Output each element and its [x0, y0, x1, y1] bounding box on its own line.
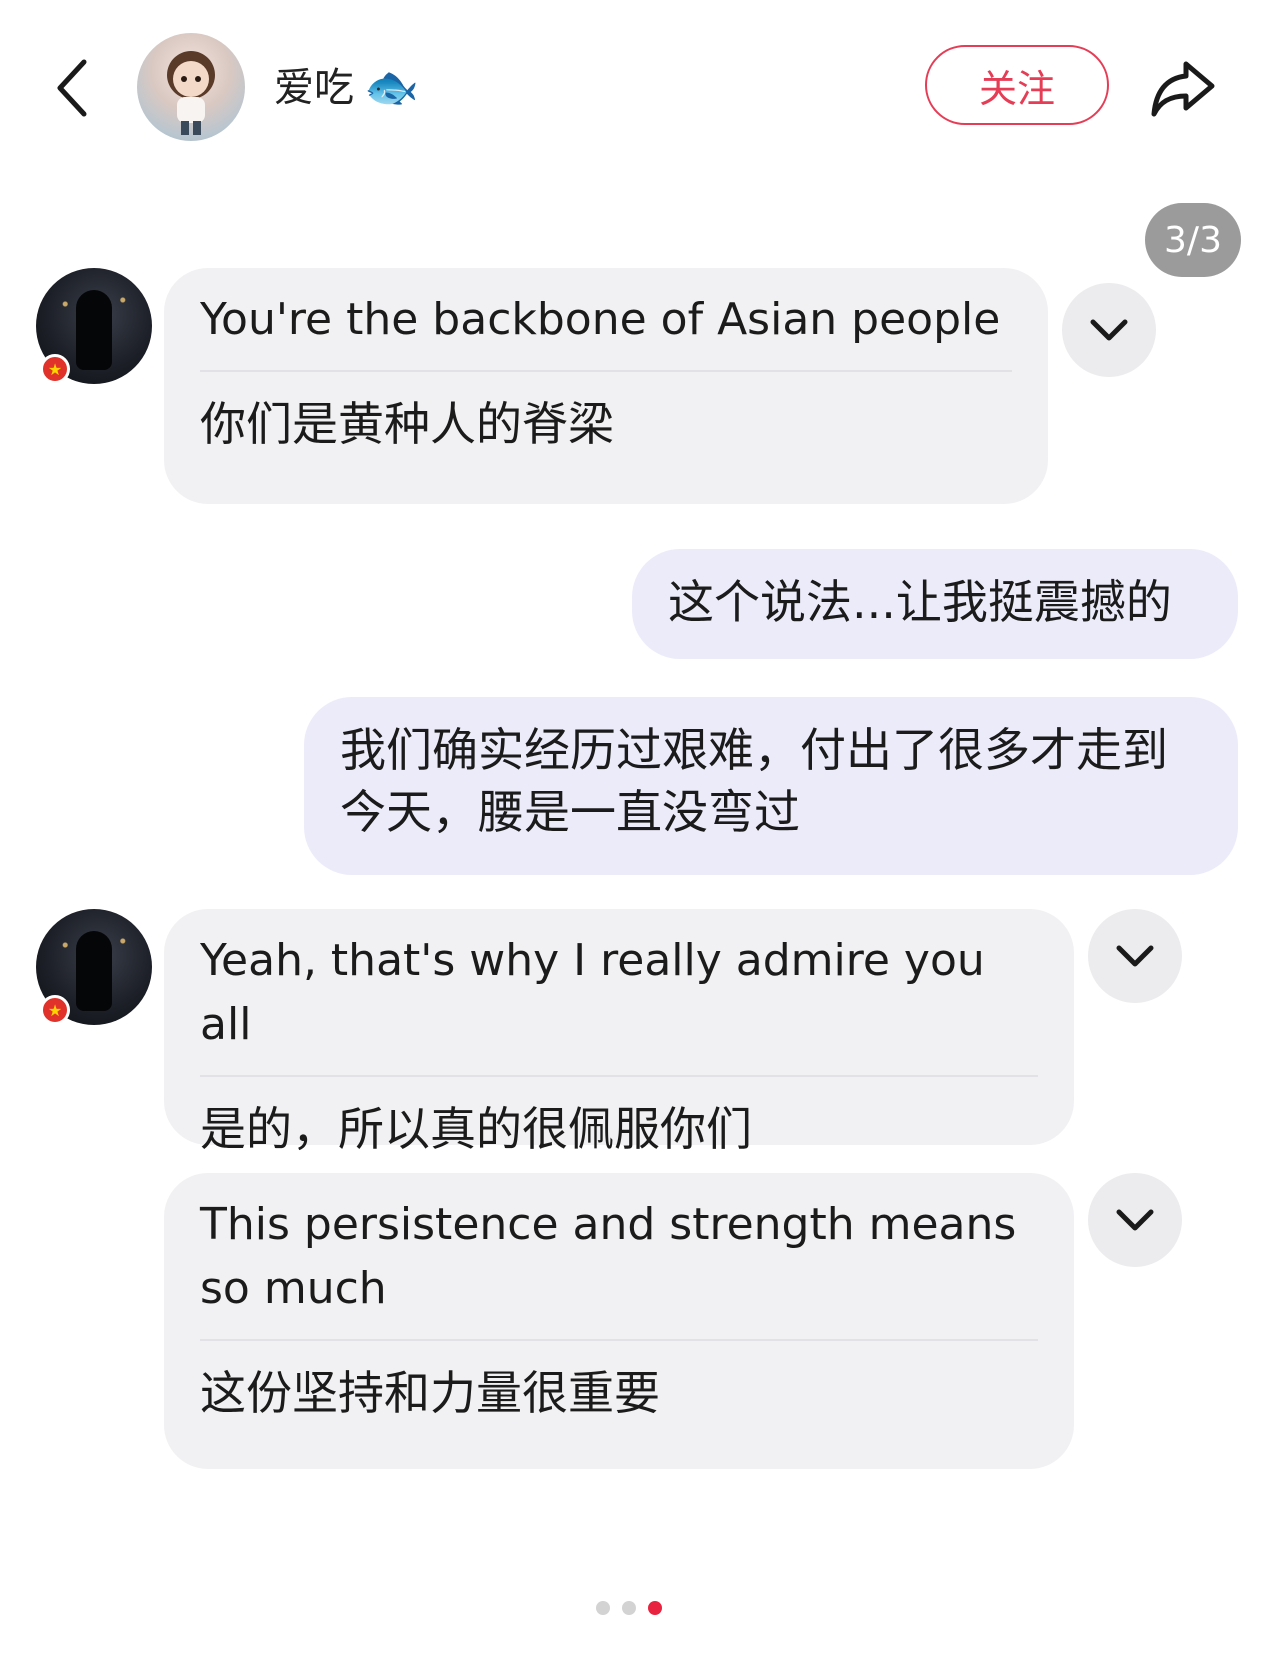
page-indicator-badge: 3/3 [1145, 203, 1241, 277]
back-button[interactable] [52, 56, 92, 120]
share-arrow-icon [1151, 61, 1215, 117]
sender-avatar[interactable]: ★ [36, 909, 152, 1025]
message-text: 这个说法...让我挺震撼的 [668, 575, 1172, 629]
chevron-down-icon [1116, 945, 1154, 967]
message-translation-text: 是的，所以真的很佩服你们 [200, 1102, 752, 1156]
incoming-message-bubble[interactable]: You're the backbone of Asian people 你们是黄… [164, 268, 1048, 504]
avatar-figure [76, 290, 112, 370]
author-avatar[interactable] [137, 33, 245, 141]
message-text: 我们确实经历过艰难，付出了很多才走到今天，腰是一直没弯过 [340, 723, 1168, 839]
follow-button[interactable]: 关注 [925, 45, 1109, 125]
carousel-dot[interactable] [622, 1601, 636, 1615]
carousel-dot[interactable] [596, 1601, 610, 1615]
avatar-illustration [167, 51, 215, 135]
message-english-text: You're the backbone of Asian people [200, 294, 1001, 345]
top-bar: 爱吃 🐟 关注 [0, 0, 1284, 170]
incoming-message-bubble[interactable]: This persistence and strength means so m… [164, 1173, 1074, 1469]
vietnam-flag-icon: ★ [40, 354, 70, 384]
message-translation-text: 这份坚持和力量很重要 [200, 1366, 660, 1420]
sender-avatar[interactable]: ★ [36, 268, 152, 384]
fish-icon: 🐟 [364, 62, 419, 113]
message-english-text: This persistence and strength means so m… [200, 1199, 1017, 1314]
avatar-figure [76, 931, 112, 1011]
chevron-down-icon [1116, 1209, 1154, 1231]
translation-divider [200, 1339, 1038, 1341]
translation-divider [200, 1075, 1038, 1077]
share-button[interactable] [1148, 52, 1218, 122]
carousel-dot-active[interactable] [648, 1601, 662, 1615]
chevron-left-icon [57, 59, 87, 117]
expand-message-button[interactable] [1088, 1173, 1182, 1267]
expand-message-button[interactable] [1088, 909, 1182, 1003]
vietnam-flag-icon: ★ [40, 995, 70, 1025]
translation-divider [200, 370, 1012, 372]
incoming-message-bubble[interactable]: Yeah, that's why I really admire you all… [164, 909, 1074, 1156]
outgoing-message-bubble[interactable]: 我们确实经历过艰难，付出了很多才走到今天，腰是一直没弯过 [304, 697, 1238, 875]
outgoing-message-bubble[interactable]: 这个说法...让我挺震撼的 [632, 549, 1238, 659]
author-name[interactable]: 爱吃 🐟 [274, 62, 419, 114]
chevron-down-icon [1090, 319, 1128, 341]
message-english-text: Yeah, that's why I really admire you all [200, 935, 985, 1050]
carousel-indicator [596, 1601, 662, 1615]
message-translation-text: 你们是黄种人的脊梁 [200, 397, 614, 451]
expand-message-button[interactable] [1062, 283, 1156, 377]
author-name-text: 爱吃 [274, 65, 354, 111]
